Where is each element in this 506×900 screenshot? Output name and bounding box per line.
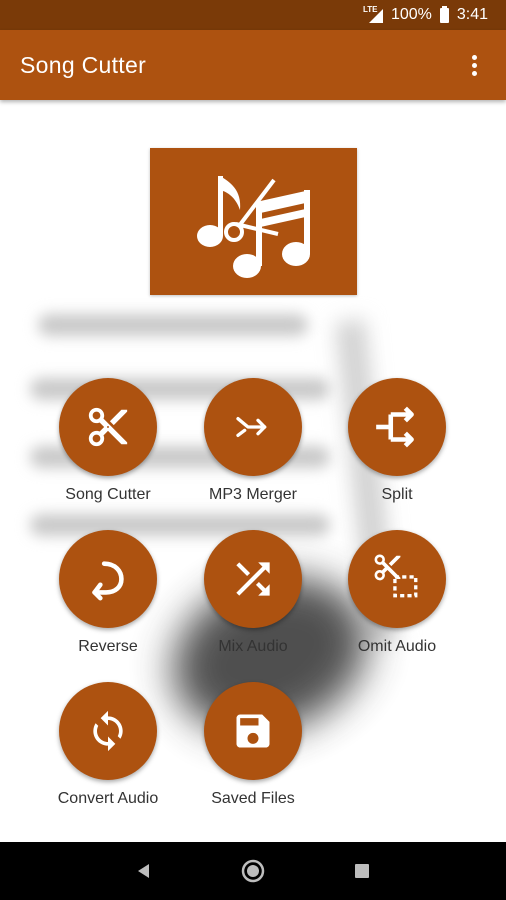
tool-label: Omit Audio [357,638,437,655]
scissors-icon [88,407,128,447]
back-icon [138,864,150,878]
convert-audio-button[interactable] [59,682,157,780]
background-decoration [0,290,506,760]
reverse-icon [92,561,124,601]
tool-saved-files[interactable]: Saved Files [178,682,328,808]
clock: 3:41 [456,6,488,23]
tool-reverse[interactable]: Reverse [33,530,183,656]
tool-convert-audio[interactable]: Convert Audio [33,682,183,808]
music-scissors-icon [196,175,310,278]
tool-song-cutter[interactable]: Song Cutter [33,378,183,504]
save-icon [236,714,270,748]
app-title: Song Cutter [20,51,147,78]
tool-label: Saved Files [211,790,295,807]
app-logo [150,148,357,295]
navigation-bar [0,842,506,900]
cut-selection-icon [374,554,418,598]
tool-label: Convert Audio [57,790,159,807]
tool-split[interactable]: Split [322,378,472,504]
tool-label: MP3 Merger [208,486,298,503]
split-icon [376,406,414,448]
split-button[interactable] [348,378,446,476]
back-button[interactable] [129,856,159,886]
song-cutter-button[interactable] [59,378,157,476]
overflow-menu-button[interactable] [462,50,486,80]
battery-icon [439,5,449,23]
saved-files-button[interactable] [204,682,302,780]
reverse-button[interactable] [59,530,157,628]
mp3-merger-button[interactable] [204,378,302,476]
tool-mp3-merger[interactable]: MP3 Merger [178,378,328,504]
merge-icon [236,417,267,437]
home-button[interactable] [238,856,268,886]
tool-label: Reverse [78,638,138,655]
tool-omit-audio[interactable]: Omit Audio [322,530,472,656]
recents-icon [354,864,369,878]
mix-audio-button[interactable] [204,530,302,628]
tool-label: Song Cutter [65,486,151,503]
recents-button[interactable] [347,856,377,886]
lte-signal-icon: LTE [363,5,383,23]
omit-audio-button[interactable] [348,530,446,628]
tool-label: Mix Audio [218,638,288,655]
app-bar: Song Cutter [0,30,506,100]
status-bar: LTE 100% 3:41 [0,0,506,30]
tool-mix-audio[interactable]: Mix Audio [178,530,328,656]
shuffle-icon [236,562,270,596]
convert-icon [93,710,123,752]
tool-label: Split [381,486,413,503]
home-icon [241,859,265,883]
battery-percent: 100% [390,6,432,23]
